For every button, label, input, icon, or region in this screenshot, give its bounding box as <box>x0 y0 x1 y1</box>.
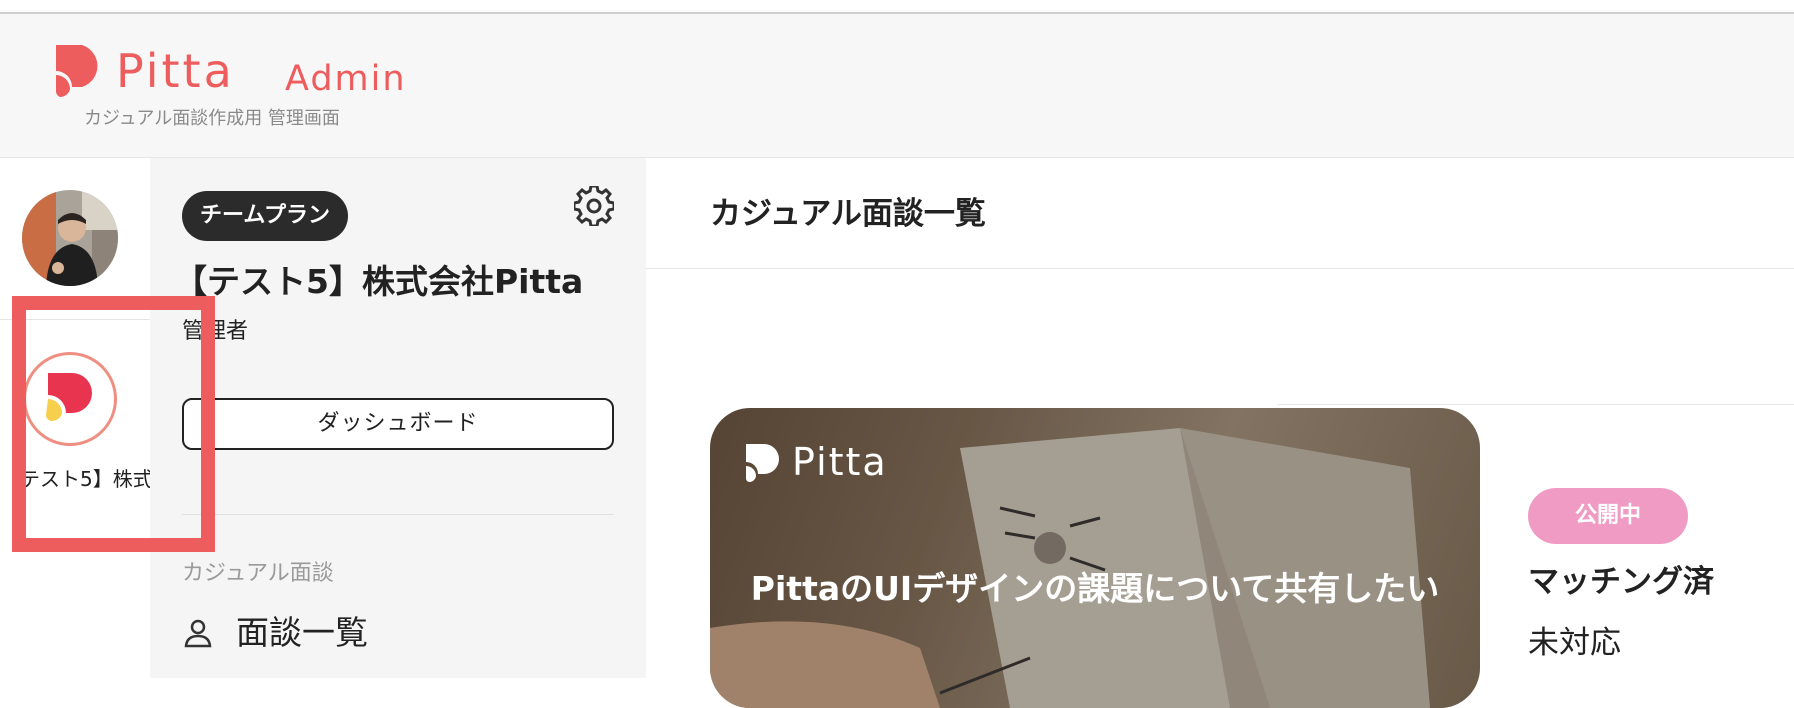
pitta-org-icon[interactable] <box>23 352 117 446</box>
matching-status: マッチング済 <box>1528 564 1714 600</box>
person-icon <box>184 619 212 648</box>
page-title: カジュアル面談一覧 <box>710 196 986 232</box>
user-avatar[interactable] <box>22 190 118 286</box>
section-label: カジュアル面談 <box>182 561 334 586</box>
app-header: Pitta Admin カジュアル面談作成用 管理画面 <box>0 14 1794 158</box>
pitta-logo-icon <box>55 45 98 97</box>
header-subtitle: カジュアル面談作成用 管理画面 <box>84 108 340 129</box>
card-brand: Pitta <box>744 440 888 484</box>
plan-badge: チームプラン <box>182 191 349 241</box>
panel-divider <box>182 514 614 515</box>
org-title: 【テスト5】株式会社Pitta <box>174 262 584 301</box>
title-divider <box>646 268 1794 269</box>
nav-item-interview-list[interactable]: 面談一覧 <box>182 613 368 653</box>
org-logo-icon <box>46 373 92 422</box>
card-brand-name: Pitta <box>792 440 888 484</box>
card-title: PittaのUIデザインの課題について共有したい <box>750 569 1440 608</box>
interview-card-image[interactable]: Pitta PittaのUIデザインの課題について共有したい <box>710 408 1480 708</box>
main-content: カジュアル面談一覧 Pitta PittaのUIデザインの課題について共有したい… <box>646 158 1794 708</box>
rail-divider <box>0 319 150 320</box>
org-rail: 【テスト5】株式会社Pitta <box>0 158 150 678</box>
card-divider <box>1278 404 1794 405</box>
nav-item-label: 面談一覧 <box>236 613 368 652</box>
org-name[interactable]: 【テスト5】株式会社Pitta <box>0 464 150 494</box>
user-role: 管理者 <box>182 319 249 344</box>
avatar-image <box>22 190 118 286</box>
brand-suffix: Admin <box>285 59 407 99</box>
pitta-logo-icon <box>745 444 779 482</box>
response-status: 未対応 <box>1528 625 1621 661</box>
org-panel: チームプラン 【テスト5】株式会社Pitta 管理者 ダッシュボード カジュアル… <box>150 158 646 678</box>
dashboard-button[interactable]: ダッシュボード <box>182 398 614 450</box>
brand-name: Pitta <box>116 44 235 98</box>
status-badge: 公開中 <box>1528 488 1688 544</box>
gear-icon[interactable] <box>574 186 614 226</box>
